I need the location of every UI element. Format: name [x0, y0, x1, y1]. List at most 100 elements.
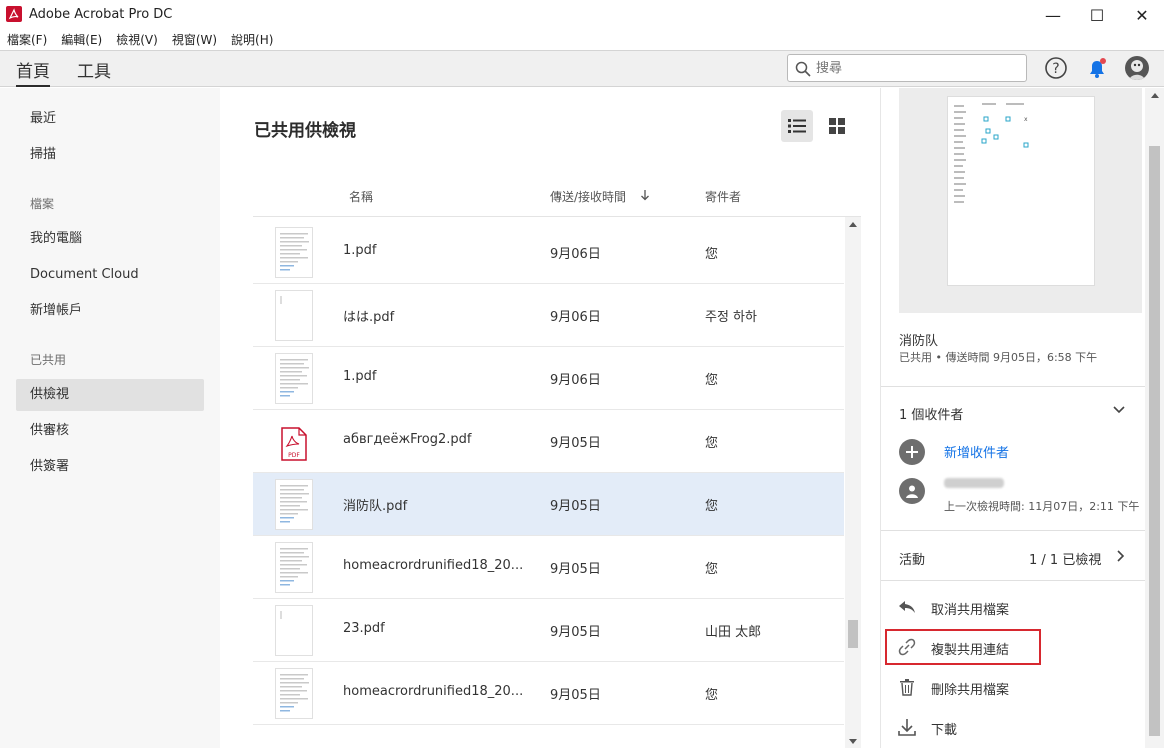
- file-time: 9月05日: [550, 688, 601, 703]
- menu-bar: 檔案(F) 編輯(E) 檢視(V) 視窗(W) 說明(H): [0, 31, 1164, 50]
- minimize-button[interactable]: —: [1042, 4, 1064, 26]
- grid-view-button[interactable]: [821, 110, 853, 142]
- file-thumbnail: [275, 353, 313, 404]
- file-sender: 您: [705, 373, 719, 388]
- table-row[interactable]: 消防队.pdf 9月05日 您: [253, 473, 844, 536]
- file-sender: 山田 太郎: [705, 625, 762, 640]
- details-scrollbar[interactable]: [1145, 88, 1164, 748]
- sidebar-item-recent[interactable]: 最近: [16, 103, 204, 135]
- sidebar-item-for-sign[interactable]: 供簽署: [16, 451, 204, 483]
- delete-shared-file-label: 刪除共用檔案: [931, 683, 1010, 698]
- sidebar-item-for-review[interactable]: 供審核: [16, 415, 204, 447]
- title-bar: Adobe Acrobat Pro DC — ☐ ✕: [0, 0, 1164, 30]
- chevron-right-icon[interactable]: [1117, 550, 1125, 562]
- main-content: 已共用供檢視 名稱 傳送/接收時間 寄件者 1.pdf 9月06日您はは.pdf 9…: [220, 88, 880, 748]
- file-list-scrollbar[interactable]: [845, 217, 861, 748]
- tabs-bar: 首頁 工具 ?: [0, 50, 1164, 87]
- scroll-up-icon[interactable]: [1151, 92, 1159, 98]
- file-time: 9月05日: [550, 562, 601, 577]
- divider: [881, 386, 1145, 387]
- svg-text:?: ?: [1052, 61, 1059, 77]
- column-header-name[interactable]: 名稱: [349, 188, 373, 205]
- scroll-down-icon[interactable]: [849, 739, 857, 745]
- column-header-sender[interactable]: 寄件者: [705, 188, 741, 205]
- file-name: 1.pdf: [343, 369, 377, 384]
- menu-help[interactable]: 說明(H): [231, 31, 273, 50]
- file-list: 1.pdf 9月06日您はは.pdf 9月06日 주정 하하 1.pdf 9月06日您 PD…: [253, 216, 861, 748]
- scroll-up-icon[interactable]: [849, 221, 857, 227]
- list-view-icon: [788, 119, 806, 133]
- window-title: Adobe Acrobat Pro DC: [29, 7, 173, 22]
- details-panel: x 消防队 已共用 • 傳送時間 9月05日，6:58 下午 1 個收件者 新增…: [880, 88, 1164, 748]
- file-thumbnail: [275, 605, 313, 656]
- file-name: абвгдеёжFrog2.pdf: [343, 432, 472, 447]
- file-time: 9月05日: [550, 499, 601, 514]
- notification-bell-icon[interactable]: [1085, 56, 1109, 80]
- page-title: 已共用供檢視: [254, 121, 356, 141]
- table-row[interactable]: PDF абвгдеёжFrog2.pdf 9月05日 您: [253, 410, 844, 473]
- menu-file[interactable]: 檔案(F): [7, 31, 47, 50]
- file-thumbnail: [275, 479, 313, 530]
- avatar[interactable]: [1125, 56, 1149, 80]
- table-row[interactable]: はは.pdf 9月06日 주정 하하: [253, 284, 844, 347]
- sidebar: 最近 掃描 檔案 我的電腦 Document Cloud 新增帳戶 已共用 供檢…: [0, 88, 220, 748]
- svg-text:PDF: PDF: [288, 452, 300, 459]
- file-sender: 주정 하하: [705, 310, 757, 325]
- table-row[interactable]: 1.pdf 9月06日 您: [253, 347, 844, 410]
- file-sender: 您: [705, 247, 719, 262]
- trash-icon: [900, 679, 914, 696]
- pdf-file-icon: PDF: [275, 416, 313, 467]
- file-thumbnail: [275, 542, 313, 593]
- add-recipient-icon[interactable]: [899, 439, 925, 465]
- activity-value[interactable]: 1 / 1 已檢視: [1029, 549, 1101, 568]
- file-sender: 您: [705, 436, 719, 451]
- help-icon[interactable]: ?: [1044, 56, 1068, 80]
- copy-link-highlight: [885, 629, 1041, 665]
- details-scroll-thumb[interactable]: [1149, 146, 1160, 736]
- column-header-time[interactable]: 傳送/接收時間: [550, 188, 626, 205]
- file-thumbnail: [275, 227, 313, 278]
- recipients-count: 1 個收件者: [899, 408, 964, 423]
- sidebar-item-scan[interactable]: 掃描: [16, 139, 204, 171]
- tab-home[interactable]: 首頁: [16, 57, 50, 87]
- grid-view-icon: [829, 118, 845, 134]
- download-action[interactable]: 下載: [895, 711, 1145, 743]
- sidebar-section-shared: 已共用: [30, 353, 67, 367]
- file-thumbnail: [275, 668, 313, 719]
- chevron-down-icon[interactable]: [1113, 406, 1125, 414]
- delete-shared-file-action[interactable]: 刪除共用檔案: [895, 671, 1145, 703]
- file-time: 9月05日: [550, 436, 601, 451]
- maximize-button[interactable]: ☐: [1086, 4, 1108, 26]
- file-time: 9月06日: [550, 310, 601, 325]
- tab-tools[interactable]: 工具: [77, 57, 111, 82]
- unshare-file-action[interactable]: 取消共用檔案: [895, 591, 1145, 623]
- details-file-name: 消防队: [899, 334, 939, 349]
- sidebar-item-my-computer[interactable]: 我的電腦: [16, 223, 204, 255]
- list-view-button[interactable]: [781, 110, 813, 142]
- table-row[interactable]: homeacrordrunified18_20... 9月05日 您: [253, 536, 844, 599]
- menu-edit[interactable]: 編輯(E): [61, 31, 102, 50]
- divider: [881, 580, 1145, 581]
- table-row[interactable]: 23.pdf 9月05日 山田 太郎: [253, 599, 844, 662]
- search-box[interactable]: [787, 54, 1027, 82]
- menu-window[interactable]: 視窗(W): [172, 31, 217, 50]
- recipient-name-redacted: [944, 478, 1004, 488]
- menu-view[interactable]: 檢視(V): [116, 31, 158, 50]
- table-row[interactable]: homeacrordrunified18_20... 9月05日 您: [253, 662, 844, 725]
- svg-text:x: x: [1024, 116, 1028, 123]
- scroll-thumb[interactable]: [848, 620, 858, 648]
- sidebar-item-for-view[interactable]: 供檢視: [16, 379, 204, 411]
- table-row[interactable]: 1.pdf 9月06日 您: [253, 221, 844, 284]
- search-input[interactable]: [816, 58, 1016, 78]
- file-name: 23.pdf: [343, 621, 385, 636]
- close-button[interactable]: ✕: [1131, 4, 1153, 26]
- file-name: homeacrordrunified18_20...: [343, 684, 524, 699]
- file-name: 1.pdf: [343, 243, 377, 258]
- arrow-down-icon[interactable]: [640, 189, 650, 201]
- sidebar-item-document-cloud[interactable]: Document Cloud: [16, 259, 204, 291]
- sidebar-section-files: 檔案: [30, 197, 55, 211]
- activity-label: 活動: [899, 553, 926, 568]
- sidebar-item-add-account[interactable]: 新增帳戶: [16, 295, 204, 327]
- recipient-last-viewed: 上一次檢視時間: 11月07日，2:11 下午: [944, 500, 1140, 513]
- add-recipient-link[interactable]: 新增收件者: [944, 442, 1009, 461]
